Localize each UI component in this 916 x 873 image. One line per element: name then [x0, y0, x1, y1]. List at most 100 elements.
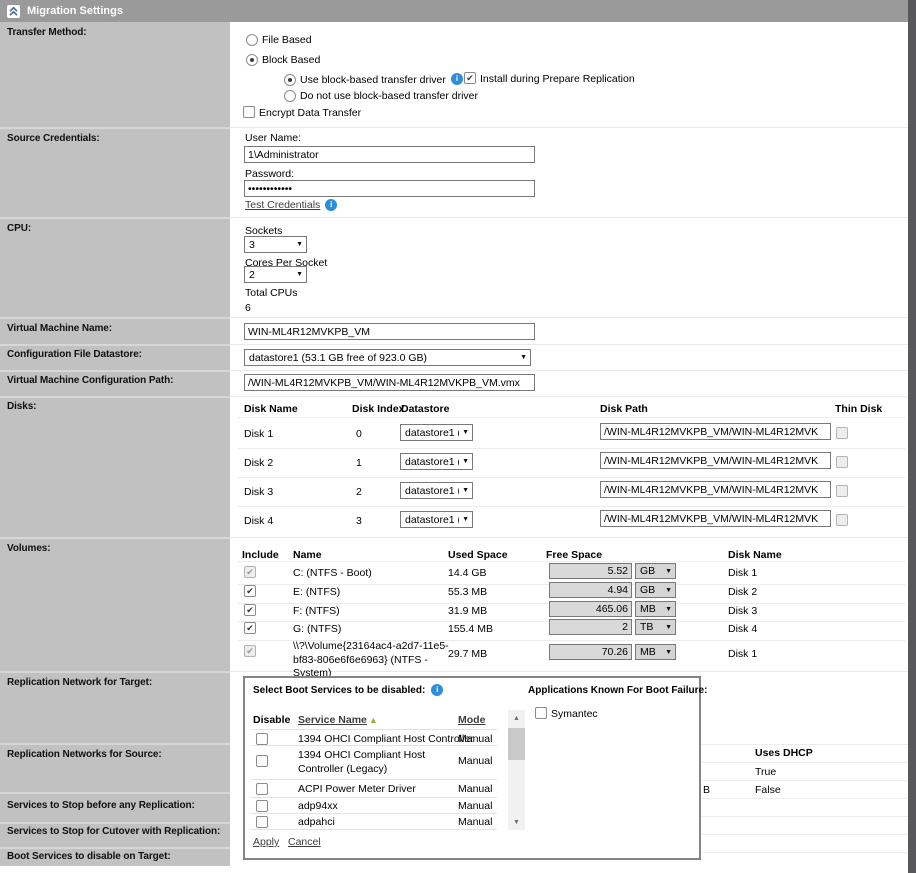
password-field[interactable] [244, 180, 535, 197]
right-edge-band [908, 0, 916, 873]
service-disable-checkbox[interactable] [256, 816, 268, 828]
label-repl-networks-source: Replication Networks for Source: [7, 749, 162, 760]
service-disable-checkbox[interactable] [256, 800, 268, 812]
dropdown-arrow-icon: ▼ [462, 487, 469, 494]
disk-datastore-select[interactable]: datastore1 (53.1 GB▼ [400, 453, 473, 470]
disks-header-datastore: Datastore [401, 403, 449, 415]
apply-link[interactable]: Apply [253, 836, 279, 848]
thin-disk-checkbox [836, 456, 848, 468]
info-icon[interactable]: i [325, 199, 337, 211]
volume-name: E: (NTFS) [293, 586, 340, 598]
radio-file-based[interactable] [246, 34, 258, 46]
dropdown-arrow-icon: ▼ [462, 458, 469, 465]
volumes-header-name: Name [293, 549, 322, 561]
vm-config-path-field[interactable] [244, 374, 535, 391]
free-space-unit-select[interactable]: MB▼ [635, 644, 676, 660]
checkbox-symantec-label: Symantec [551, 708, 598, 720]
disk-index: 2 [356, 486, 362, 498]
include-checkbox [244, 566, 256, 578]
service-disable-checkbox[interactable] [256, 783, 268, 795]
divider [251, 729, 497, 730]
free-space-unit-select[interactable]: MB▼ [635, 601, 676, 617]
free-space-unit-select[interactable]: GB▼ [635, 582, 676, 598]
radio-no-driver[interactable] [284, 90, 296, 102]
section-header[interactable]: Migration Settings [0, 0, 908, 22]
username-field[interactable] [244, 146, 535, 163]
divider [702, 762, 908, 763]
dropdown-arrow-icon: ▼ [665, 568, 672, 575]
scrollbar-thumb[interactable] [508, 728, 525, 760]
label-services-stop-before: Services to Stop before any Replication: [7, 800, 195, 811]
include-checkbox[interactable] [244, 604, 256, 616]
divider [230, 344, 908, 345]
service-mode: Manual [458, 816, 492, 828]
volumes-header-disk: Disk Name [728, 549, 782, 561]
disk-path-field[interactable] [600, 423, 831, 440]
collapse-icon[interactable] [7, 5, 20, 18]
cores-select[interactable]: 2▼ [244, 266, 307, 283]
volume-used: 29.7 MB [448, 648, 487, 660]
disk-path-field[interactable] [600, 481, 831, 498]
divider [0, 847, 230, 849]
checkbox-install-prepare[interactable] [464, 72, 476, 84]
free-space-field[interactable] [549, 644, 632, 660]
cancel-link[interactable]: Cancel [288, 836, 321, 848]
label-column [0, 22, 230, 866]
label-repl-network-target: Replication Network for Target: [7, 677, 152, 688]
checkbox-encrypt[interactable] [243, 106, 255, 118]
service-disable-checkbox[interactable] [256, 733, 268, 745]
scroll-down-icon[interactable]: ▼ [508, 814, 525, 830]
popup-title: Select Boot Services to be disabled: [253, 685, 425, 696]
dropdown-arrow-icon: ▼ [296, 271, 303, 278]
radio-use-driver[interactable] [284, 74, 296, 86]
radio-block-based-label: Block Based [262, 54, 320, 66]
volume-used: 31.9 MB [448, 605, 487, 617]
volume-used: 55.3 MB [448, 586, 487, 598]
disk-datastore-select[interactable]: datastore1 (53.1 GB▼ [400, 511, 473, 528]
vm-name-field[interactable] [244, 323, 535, 340]
checkbox-symantec[interactable] [535, 707, 547, 719]
label-cpu: CPU: [7, 223, 31, 234]
free-space-unit-select[interactable]: GB▼ [635, 563, 676, 579]
free-space-field[interactable] [549, 582, 632, 598]
services-header-mode[interactable]: Mode [458, 714, 485, 726]
disk-datastore-select[interactable]: datastore1 (53.1 GB▼ [400, 482, 473, 499]
volume-name: C: (NTFS - Boot) [293, 567, 372, 579]
info-icon[interactable]: i [431, 684, 443, 696]
free-space-field[interactable] [549, 601, 632, 617]
total-cpus-value: 6 [245, 302, 251, 314]
scroll-up-icon[interactable]: ▲ [508, 710, 525, 726]
disk-datastore-select[interactable]: datastore1 (53.1 GB▼ [400, 424, 473, 441]
divider [230, 317, 908, 318]
disk-path-field[interactable] [600, 510, 831, 527]
disk-name: Disk 1 [244, 428, 273, 440]
disk-index: 1 [356, 457, 362, 469]
sockets-select[interactable]: 3▼ [244, 236, 307, 253]
checkbox-encrypt-label: Encrypt Data Transfer [259, 107, 361, 119]
include-checkbox[interactable] [244, 622, 256, 634]
include-checkbox[interactable] [244, 585, 256, 597]
divider [0, 743, 230, 745]
test-credentials-link[interactable]: Test Credentials [245, 199, 320, 211]
apps-boot-failure-title: Applications Known For Boot Failure: [528, 685, 707, 696]
divider [230, 127, 908, 128]
info-icon[interactable]: i [451, 73, 463, 85]
free-space-field[interactable] [549, 619, 632, 635]
volume-disk: Disk 3 [728, 605, 757, 617]
disk-name: Disk 3 [244, 486, 273, 498]
radio-block-based[interactable] [246, 54, 258, 66]
services-header-service-name[interactable]: Service Name [298, 714, 367, 726]
disk-path-field[interactable] [600, 452, 831, 469]
free-space-unit-select[interactable]: TB▼ [635, 619, 676, 635]
divider [251, 797, 497, 798]
config-datastore-select[interactable]: datastore1 (53.1 GB free of 923.0 GB)▼ [244, 349, 531, 366]
free-space-field[interactable] [549, 563, 632, 579]
volume-name: \\?\Volume{23164ac4-a2d7-11e5-bf83-806e6… [293, 640, 451, 681]
service-disable-checkbox[interactable] [256, 755, 268, 767]
page-title: Migration Settings [27, 5, 123, 17]
divider [0, 217, 230, 219]
dhcp-value-true: True [755, 766, 776, 778]
divider [251, 829, 497, 830]
dropdown-arrow-icon: ▼ [665, 587, 672, 594]
boot-services-popup: Select Boot Services to be disabled: i A… [243, 676, 701, 860]
